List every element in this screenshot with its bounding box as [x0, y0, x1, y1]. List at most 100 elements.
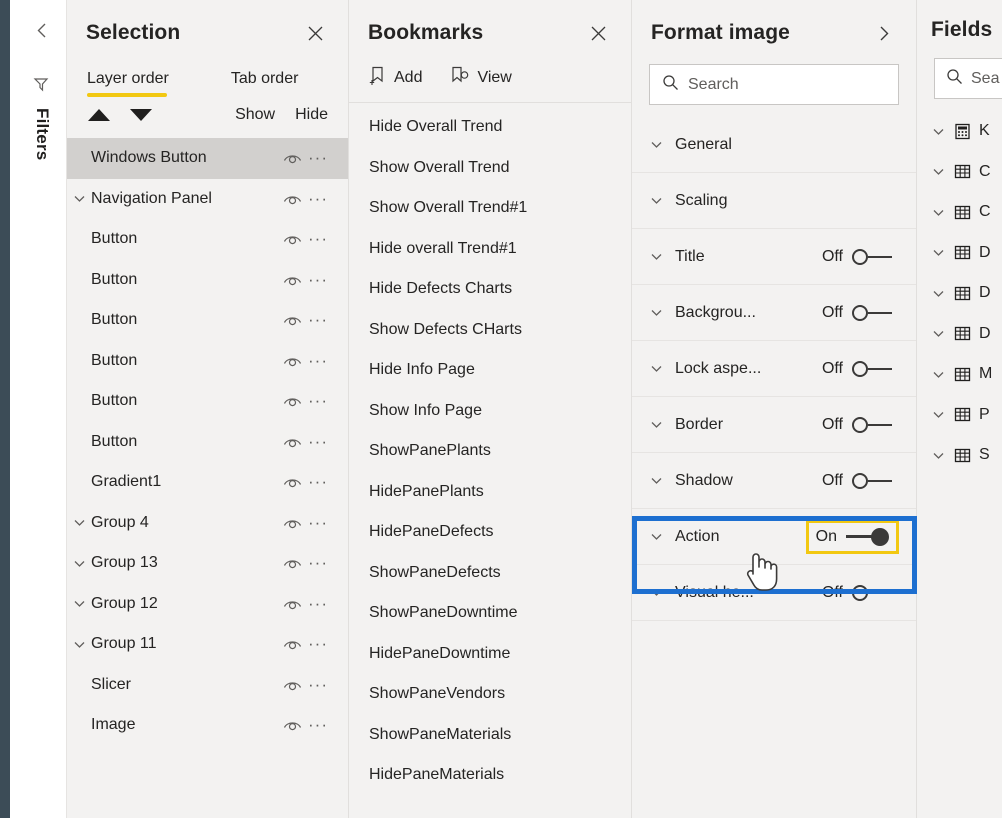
chevron-down-icon[interactable] [67, 191, 91, 206]
layer-row[interactable]: Button ··· [67, 381, 348, 422]
more-options-icon[interactable]: ··· [305, 230, 331, 247]
eye-visibility-icon[interactable] [279, 394, 305, 408]
more-options-icon[interactable]: ··· [305, 554, 331, 571]
hide-button[interactable]: Hide [295, 106, 328, 124]
filters-collapsed-strip[interactable]: Filters [18, 0, 67, 818]
toggle-switch[interactable] [852, 584, 892, 601]
format-option-toggle[interactable]: Off [815, 467, 899, 495]
format-option-toggle[interactable]: Off [815, 579, 899, 607]
chevron-down-icon[interactable] [931, 245, 946, 260]
chevron-down-icon[interactable] [649, 417, 675, 432]
bookmark-list-item[interactable]: Hide overall Trend#1 [349, 229, 631, 270]
tab-layer-order[interactable]: Layer order [87, 70, 169, 97]
layer-row[interactable]: Navigation Panel ··· [67, 179, 348, 220]
eye-visibility-icon[interactable] [279, 475, 305, 489]
fields-list-item[interactable]: D [917, 314, 1002, 355]
bookmark-list-item[interactable]: Show Overall Trend#1 [349, 188, 631, 229]
add-bookmark-button[interactable]: Add [369, 66, 422, 90]
chevron-down-icon[interactable] [649, 193, 675, 208]
format-option-toggle[interactable]: Off [815, 355, 899, 383]
eye-visibility-icon[interactable] [279, 354, 305, 368]
format-option-row[interactable]: Action On [632, 509, 916, 565]
fields-search-box[interactable]: Sea [934, 58, 1002, 99]
eye-visibility-icon[interactable] [279, 556, 305, 570]
chevron-down-icon[interactable] [931, 326, 946, 341]
layer-row[interactable]: Button ··· [67, 260, 348, 301]
fields-list-item[interactable]: D [917, 273, 1002, 314]
filter-funnel-icon[interactable] [29, 72, 55, 98]
chevron-down-icon[interactable] [931, 448, 946, 463]
layer-row[interactable]: Windows Button ··· [67, 138, 348, 179]
chevron-down-icon[interactable] [649, 305, 675, 320]
bookmark-list-item[interactable]: Show Info Page [349, 391, 631, 432]
bookmark-list-item[interactable]: Show Overall Trend [349, 148, 631, 189]
fields-list-item[interactable]: C [917, 152, 1002, 193]
format-search-input[interactable] [688, 75, 886, 94]
chevron-down-icon[interactable] [931, 407, 946, 422]
format-option-toggle[interactable]: Off [815, 299, 899, 327]
format-option-row[interactable]: Shadow Off [632, 453, 916, 509]
bookmark-list-item[interactable]: ShowPaneMaterials [349, 715, 631, 756]
eye-visibility-icon[interactable] [279, 516, 305, 530]
toggle-switch[interactable] [852, 360, 892, 377]
chevron-down-icon[interactable] [649, 361, 675, 376]
more-options-icon[interactable]: ··· [305, 311, 331, 328]
view-bookmarks-button[interactable]: View [450, 66, 512, 90]
chevron-left-icon[interactable] [28, 16, 56, 44]
format-option-toggle[interactable]: On [805, 519, 899, 554]
chevron-down-icon[interactable] [931, 164, 946, 179]
more-options-icon[interactable]: ··· [305, 352, 331, 369]
eye-visibility-icon[interactable] [279, 313, 305, 327]
format-option-row[interactable]: Visual he... Off [632, 565, 916, 621]
layer-row[interactable]: Button ··· [67, 300, 348, 341]
more-options-icon[interactable]: ··· [305, 716, 331, 733]
toggle-switch[interactable] [852, 248, 892, 265]
eye-visibility-icon[interactable] [279, 678, 305, 692]
layer-row[interactable]: Group 11 ··· [67, 624, 348, 665]
toggle-switch[interactable] [852, 416, 892, 433]
layer-row[interactable]: Gradient1 ··· [67, 462, 348, 503]
chevron-down-icon[interactable] [649, 529, 675, 544]
format-option-row[interactable]: Border Off [632, 397, 916, 453]
more-options-icon[interactable]: ··· [305, 433, 331, 450]
more-options-icon[interactable]: ··· [305, 190, 331, 207]
bookmark-list-item[interactable]: Hide Defects Charts [349, 269, 631, 310]
chevron-down-icon[interactable] [649, 473, 675, 488]
bookmark-list-item[interactable]: HidePanePlants [349, 472, 631, 513]
bookmark-list-item[interactable]: ShowPaneDowntime [349, 593, 631, 634]
more-options-icon[interactable]: ··· [305, 514, 331, 531]
chevron-right-icon[interactable] [868, 18, 898, 48]
fields-list-item[interactable]: D [917, 233, 1002, 274]
chevron-down-icon[interactable] [931, 286, 946, 301]
chevron-down-icon[interactable] [67, 637, 91, 652]
format-option-row[interactable]: Lock aspe... Off [632, 341, 916, 397]
more-options-icon[interactable]: ··· [305, 271, 331, 288]
format-search-box[interactable] [649, 64, 899, 105]
toggle-switch[interactable] [852, 304, 892, 321]
more-options-icon[interactable]: ··· [305, 676, 331, 693]
bookmark-list-item[interactable]: Hide Overall Trend [349, 107, 631, 148]
chevron-down-icon[interactable] [649, 585, 675, 600]
toggle-switch[interactable] [846, 527, 889, 546]
layer-row[interactable]: Button ··· [67, 219, 348, 260]
eye-visibility-icon[interactable] [279, 273, 305, 287]
more-options-icon[interactable]: ··· [305, 635, 331, 652]
bookmark-list-item[interactable]: Show Defects CHarts [349, 310, 631, 351]
eye-visibility-icon[interactable] [279, 718, 305, 732]
format-option-toggle[interactable]: Off [815, 411, 899, 439]
format-option-row[interactable]: General [632, 117, 916, 173]
fields-list-item[interactable]: P [917, 395, 1002, 436]
eye-visibility-icon[interactable] [279, 151, 305, 165]
close-icon[interactable] [583, 18, 613, 48]
format-option-row[interactable]: Backgrou... Off [632, 285, 916, 341]
chevron-down-icon[interactable] [67, 556, 91, 571]
layer-row[interactable]: Button ··· [67, 422, 348, 463]
eye-visibility-icon[interactable] [279, 597, 305, 611]
more-options-icon[interactable]: ··· [305, 392, 331, 409]
layer-row[interactable]: Button ··· [67, 341, 348, 382]
tab-tab-order[interactable]: Tab order [231, 70, 299, 97]
chevron-down-icon[interactable] [649, 137, 675, 152]
eye-visibility-icon[interactable] [279, 435, 305, 449]
format-option-toggle[interactable]: Off [815, 243, 899, 271]
eye-visibility-icon[interactable] [279, 232, 305, 246]
